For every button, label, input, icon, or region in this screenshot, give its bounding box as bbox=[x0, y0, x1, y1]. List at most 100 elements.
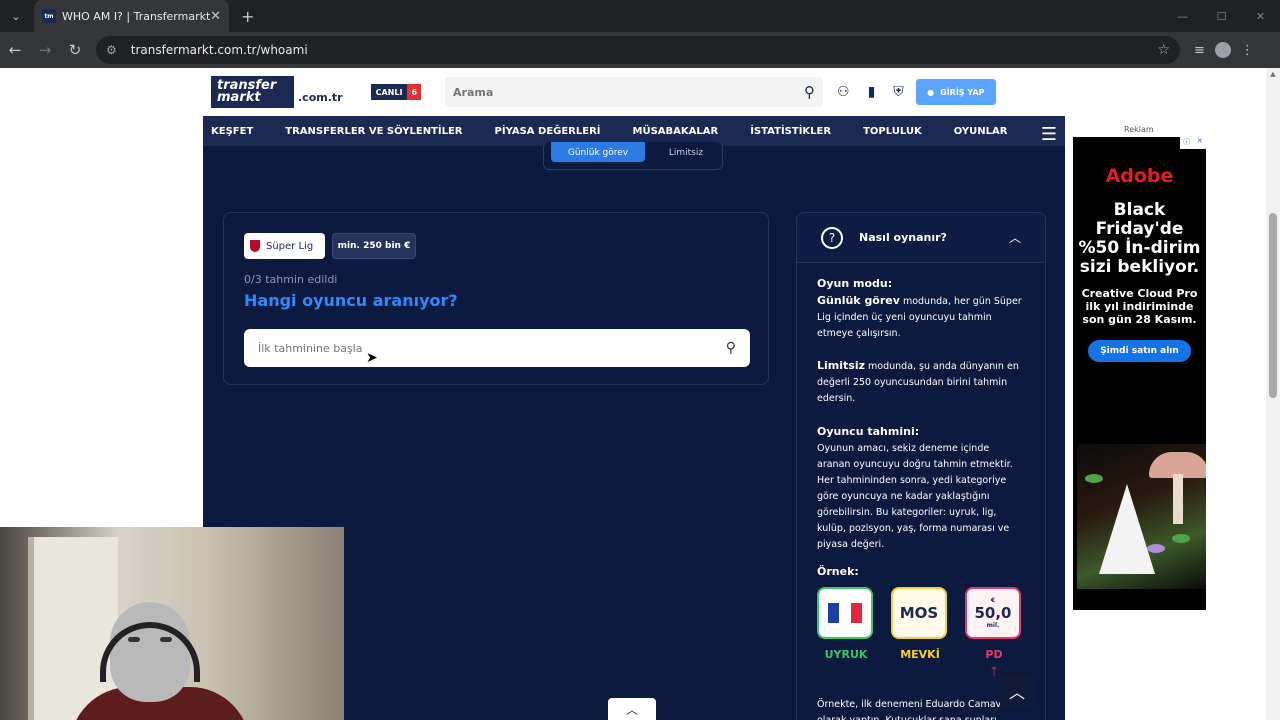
how-to-play-header[interactable]: ? Nasıl oynanır? ︿ bbox=[797, 213, 1045, 263]
shield-icon[interactable]: ⛨ bbox=[893, 84, 904, 100]
mode-heading: Oyun modu: bbox=[817, 277, 893, 290]
scroll-to-top-button[interactable]: ︿ bbox=[1000, 674, 1034, 708]
value-chip: min. 250 bin € bbox=[332, 233, 416, 259]
how-to-play-body: Oyun modu: Günlük görev modunda, her gün… bbox=[797, 275, 1045, 720]
market-value-label: PD bbox=[985, 648, 1003, 661]
scrollbar-thumb[interactable] bbox=[1269, 213, 1277, 398]
example-nationality: UYRUK bbox=[817, 587, 875, 679]
mode-toggle: Günlük görev Limitsiz bbox=[543, 142, 723, 170]
ad-brand: Adobe bbox=[1105, 165, 1174, 187]
watchlist-icon[interactable]: ▮ bbox=[868, 84, 876, 100]
nationality-label: UYRUK bbox=[824, 648, 868, 661]
new-tab-icon[interactable]: + bbox=[241, 7, 254, 26]
guess-card: Süper Lig min. 250 bin € 0/3 tahmin edil… bbox=[223, 212, 769, 385]
flower bbox=[1147, 544, 1165, 553]
value-unit: mil. bbox=[986, 622, 1000, 629]
header-icons: ⚇ ▮ ⛨ bbox=[837, 84, 904, 100]
ad-label: Reklam bbox=[1124, 125, 1154, 134]
ad-subline: Creative Cloud Pro ilk yıl indiriminde s… bbox=[1081, 287, 1198, 326]
site-search-input[interactable] bbox=[453, 85, 805, 99]
example-market-value: € 50,0 mil. PD 🡑 bbox=[965, 587, 1023, 679]
nav-item-community[interactable]: TOPLULUK bbox=[863, 126, 922, 137]
leaf bbox=[1172, 534, 1190, 543]
mouse-cursor-icon: ➤ bbox=[366, 350, 378, 366]
live-count: 6 bbox=[407, 84, 422, 100]
game-question: Hangi oyuncu aranıyor? bbox=[244, 291, 458, 310]
menu-icon[interactable]: ⋮ bbox=[1241, 43, 1254, 58]
live-badge[interactable]: CANLI 6 bbox=[370, 84, 422, 100]
site-logo[interactable]: transfer markt bbox=[211, 76, 294, 108]
site-header: transfer markt .com.tr CANLI 6 ⚲ ⚇ ▮ ⛨ ●… bbox=[203, 68, 1065, 116]
nav-item-transfers[interactable]: TRANSFERLER VE SÖYLENTİLER bbox=[285, 126, 462, 137]
chevron-up-icon[interactable]: ︿ bbox=[1009, 229, 1021, 246]
site-search: ⚲ bbox=[445, 77, 824, 107]
favicon: tm bbox=[42, 9, 56, 23]
nationality-tile bbox=[817, 587, 873, 639]
league-chip-label: Süper Lig bbox=[266, 240, 314, 252]
position-value: MOS bbox=[899, 604, 939, 622]
tab-search-icon[interactable]: ⌄ bbox=[0, 0, 32, 32]
mushroom-stem bbox=[1173, 474, 1183, 524]
tab-title: WHO AM I? | Transfermarkt bbox=[62, 9, 211, 23]
ad-headline: Black Friday'de %50 İn-dirim sizi bekliy… bbox=[1078, 200, 1201, 277]
nav-item-games[interactable]: OYUNLAR bbox=[954, 126, 1008, 137]
scroll-up-arrow-icon[interactable]: ▲ bbox=[1266, 70, 1280, 78]
nav-item-market-values[interactable]: PİYASA DEĞERLERİ bbox=[495, 126, 601, 137]
how-to-play-panel: ? Nasıl oynanır? ︿ Oyun modu: Günlük gör… bbox=[796, 212, 1046, 720]
example-position: MOS MEVKİ bbox=[891, 587, 949, 679]
site-info-icon[interactable]: ⚙ bbox=[106, 43, 117, 57]
domain-suffix[interactable]: .com.tr bbox=[298, 91, 343, 104]
bookmark-star-icon[interactable]: ☆ bbox=[1157, 42, 1170, 58]
ad-cta-button[interactable]: Şimdi satın alın bbox=[1088, 340, 1191, 362]
guess-heading: Oyuncu tahmini: bbox=[817, 425, 920, 438]
browser-tab[interactable]: tm WHO AM I? | Transfermarkt ✕ bbox=[34, 0, 229, 32]
login-button[interactable]: ● GİRİŞ YAP bbox=[915, 79, 996, 105]
league-chip: Süper Lig bbox=[244, 233, 325, 259]
live-label: CANLI bbox=[370, 84, 408, 100]
back-icon[interactable]: ← bbox=[0, 41, 30, 59]
nav-item-competitions[interactable]: MÜSABAKALAR bbox=[633, 126, 719, 137]
daily-mode-bold: Günlük görev bbox=[817, 294, 900, 307]
search-icon[interactable]: ⚲ bbox=[804, 83, 815, 101]
league-crest-icon bbox=[250, 240, 260, 252]
close-window-icon[interactable]: ✕ bbox=[1241, 0, 1280, 32]
maximize-icon[interactable]: ☐ bbox=[1202, 0, 1241, 32]
daily-mode-desc: Günlük görev modunda, her gün Süper Lig … bbox=[817, 293, 1025, 342]
guess-counter: 0/3 tahmin edildi bbox=[244, 273, 338, 286]
minimize-icon[interactable]: — bbox=[1163, 0, 1202, 32]
nav-item-statistics[interactable]: İSTATİSTİKLER bbox=[750, 126, 831, 137]
search-icon[interactable]: ⚲ bbox=[726, 340, 736, 356]
profile-avatar[interactable] bbox=[1214, 42, 1231, 58]
how-to-play-title: Nasıl oynanır? bbox=[859, 231, 947, 244]
position-label: MEVKİ bbox=[900, 648, 940, 661]
ad-controls[interactable]: ⓘ ✕ bbox=[1180, 137, 1206, 149]
close-tab-icon[interactable]: ✕ bbox=[210, 9, 221, 24]
question-mark-icon: ? bbox=[821, 226, 843, 249]
market-value: € 50,0 mil. bbox=[974, 596, 1011, 630]
user-icon: ● bbox=[927, 87, 935, 97]
tab-unlimited-mode[interactable]: Limitsiz bbox=[656, 142, 716, 158]
adobe-ad[interactable]: ⓘ ✕ Adobe Black Friday'de %50 İn-dirim si… bbox=[1073, 137, 1206, 610]
guess-desc: Oyunun amacı, sekiz deneme içinde aranan… bbox=[817, 443, 1013, 550]
hamburger-menu-icon[interactable]: ☰ bbox=[1041, 124, 1057, 145]
value-amount: 50,0 bbox=[974, 604, 1012, 622]
media-icon[interactable]: ≡ bbox=[1194, 43, 1205, 58]
example-footer-text: Örnekte, ilk denemeni Eduardo Camav... o… bbox=[817, 699, 1010, 720]
nav-item-discover[interactable]: KEŞFET bbox=[211, 126, 253, 137]
chevron-up-icon[interactable]: ︿ bbox=[608, 698, 656, 720]
address-bar[interactable]: ⚙ transfermarkt.com.tr/whoami ☆ bbox=[96, 36, 1180, 64]
leaf bbox=[1085, 474, 1103, 483]
reload-icon[interactable]: ↻ bbox=[60, 41, 90, 59]
info-icon[interactable]: ⓘ bbox=[1183, 137, 1190, 149]
guess-input[interactable] bbox=[258, 341, 726, 355]
forward-icon[interactable]: → bbox=[30, 41, 60, 59]
page-scrollbar[interactable]: ▲ bbox=[1266, 68, 1280, 720]
tab-daily-mode[interactable]: Günlük görev bbox=[551, 142, 645, 162]
window-controls: — ☐ ✕ bbox=[1163, 0, 1280, 32]
ad-artwork bbox=[1077, 444, 1206, 589]
close-icon[interactable]: ✕ bbox=[1197, 137, 1203, 149]
login-label: GİRİŞ YAP bbox=[940, 87, 985, 97]
guess-input-box: ⚲ bbox=[244, 329, 750, 367]
player-search-icon[interactable]: ⚇ bbox=[837, 84, 850, 100]
webcam-overlay bbox=[0, 527, 344, 720]
